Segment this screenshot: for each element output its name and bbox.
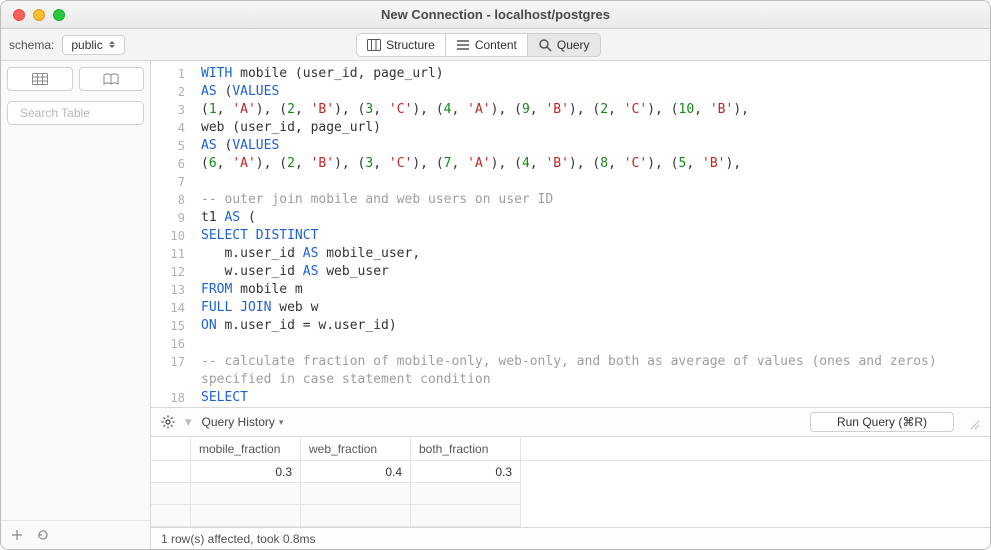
results-column-header[interactable]: web_fraction [301,437,411,460]
chevron-updown-icon [109,41,116,48]
tab-structure[interactable]: Structure [357,34,446,56]
table-cell: 0.4 [301,461,411,483]
app-window: New Connection - localhost/postgres sche… [0,0,991,550]
table-row[interactable]: 0.30.40.3 [151,461,990,483]
editor-gutter: 12345678910111213141516171819202122 [151,61,193,407]
table-cell: 0.3 [411,461,521,483]
results-header: mobile_fractionweb_fractionboth_fraction [151,437,990,461]
results-column-header[interactable]: both_fraction [411,437,521,460]
tab-query-label: Query [557,38,590,52]
search-table[interactable] [7,101,144,125]
query-results: mobile_fractionweb_fractionboth_fraction… [151,436,990,527]
sidebar [1,61,151,549]
window-title: New Connection - localhost/postgres [1,7,990,22]
book-icon [103,73,119,85]
content-icon [456,39,470,51]
sidebar-empty [1,129,150,520]
tab-query[interactable]: Query [528,34,600,56]
resize-handle-icon[interactable] [964,414,980,430]
table-row [151,483,990,505]
structure-icon [367,39,381,51]
query-history-label: Query History [202,415,275,429]
refresh-icon[interactable] [37,529,49,541]
table-cell: 0.3 [191,461,301,483]
close-icon[interactable] [13,9,25,21]
zoom-icon[interactable] [53,9,65,21]
status-text: 1 row(s) affected, took 0.8ms [161,532,316,546]
titlebar: New Connection - localhost/postgres [1,1,990,29]
editor-code[interactable]: WITH mobile (user_id, page_url)AS (VALUE… [193,61,990,407]
add-icon[interactable] [11,529,23,541]
view-tabs: Structure Content Query [356,33,600,57]
editor-toolbar: ▾ Query History ▾ Run Query (⌘R) [151,407,990,436]
tab-content-label: Content [475,38,517,52]
search-icon [538,38,552,52]
tab-structure-label: Structure [386,38,435,52]
schema-value: public [71,38,102,52]
grid-icon [32,73,48,85]
tab-content[interactable]: Content [446,34,528,56]
results-column-header[interactable]: mobile_fraction [191,437,301,460]
sql-editor[interactable]: 12345678910111213141516171819202122 WITH… [151,61,990,407]
sidebar-grid-button[interactable] [7,67,73,91]
main-panel: 12345678910111213141516171819202122 WITH… [151,61,990,549]
minimize-icon[interactable] [33,9,45,21]
chevron-down-icon: ▾ [279,417,284,428]
run-query-button[interactable]: Run Query (⌘R) [810,412,954,432]
schema-select[interactable]: public [62,35,124,55]
sidebar-book-button[interactable] [79,67,145,91]
sidebar-footer [1,520,150,549]
toolbar: schema: public Structure Content Query [1,29,990,61]
query-history-menu[interactable]: Query History ▾ [202,415,284,429]
gear-icon[interactable] [161,415,175,429]
results-body: 0.30.40.3 [151,461,990,527]
table-row [151,505,990,527]
window-controls [1,9,65,21]
status-bar: 1 row(s) affected, took 0.8ms [151,527,990,549]
main-body: 12345678910111213141516171819202122 WITH… [1,61,990,549]
schema-label: schema: [9,38,54,52]
